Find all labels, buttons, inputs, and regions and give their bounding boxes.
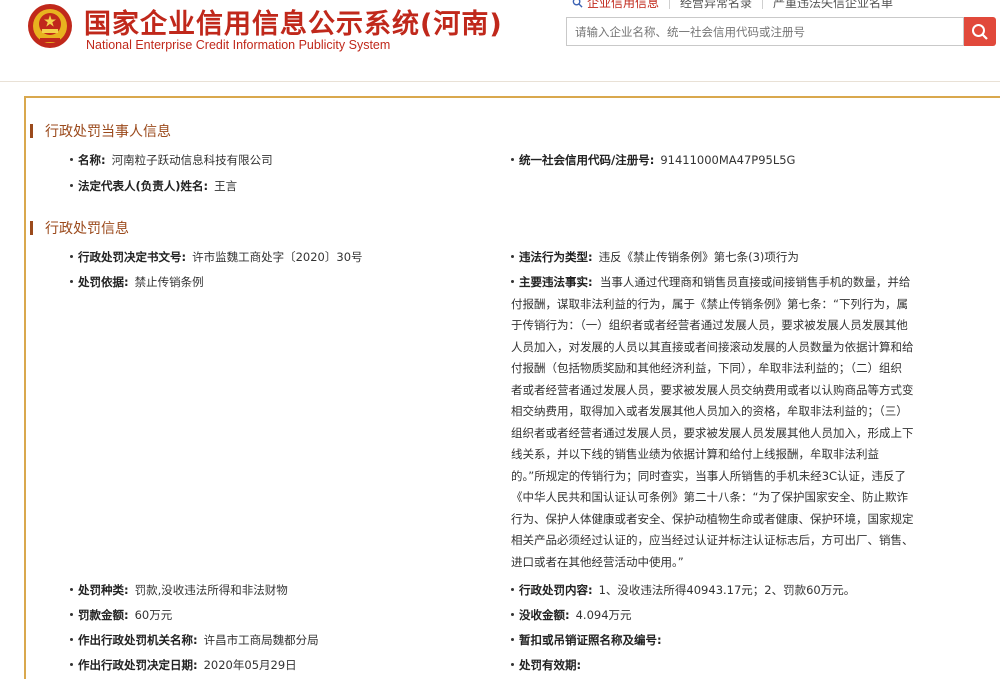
field-label: 统一社会信用代码/注册号: [519,153,655,167]
facts-line: 人员加入，对发展的人员以其直接或者间接滚动发展的人员数量为依据计算和给 [511,339,914,354]
field-violation-type: 违法行为类型: 违反《禁止传销条例》第七条(3)项行为 [511,249,799,265]
field-main-facts: 主要违法事实: 当事人通过代理商和销售员直接或间接销售手机的数量，并给 付报酬，… [511,272,943,573]
field-license-suspension: 暂扣或吊销证照名称及编号: [511,632,662,648]
field-label: 暂扣或吊销证照名称及编号: [519,633,662,647]
field-value: 91411000MA47P95L5G [660,153,796,167]
field-label: 没收金额: [519,608,570,622]
field-value: 60万元 [134,608,173,622]
field-value: 1、没收违法所得40943.17元；2、罚款60万元。 [598,583,856,597]
field-label: 作出行政处罚机关名称: [78,633,198,647]
field-value: 王言 [214,179,238,193]
facts-line: 者或者经营者通过发展人员，要求被发展人员交纳费用或者以认购商品等方式变 [511,382,914,397]
facts-line: 组织者或者经营者通过发展人员，要求被发展人员发展其他人员加入，形成上下 [511,425,914,440]
field-value: 许市监魏工商处字〔2020〕30号 [192,250,363,264]
field-authority: 作出行政处罚机关名称: 许昌市工商局魏都分局 [70,632,319,648]
field-value: 2020年05月29日 [203,658,297,672]
field-label: 处罚依据: [78,275,129,289]
facts-line: 行为、保护人体健康或者安全、保护动植物生命或者健康、保护环境，国家规定 [511,511,914,526]
tab-enterprise-credit[interactable]: 企业信用信息 [572,0,671,10]
field-value: 4.094万元 [575,608,632,622]
facts-line: 相交纳费用，取得加入或者发展其他人员加入的资格，牟取非法利益的；（三） [511,404,908,418]
field-value: 禁止传销条例 [134,275,204,289]
section-title: 行政处罚信息 [45,221,129,237]
field-label: 主要违法事实: [519,275,593,289]
national-emblem-icon [28,4,72,48]
field-value: 许昌市工商局魏都分局 [203,633,319,647]
field-label: 处罚种类: [78,583,129,597]
facts-line: 付报酬（包括物质奖励和其他经济利益，下同），牟取非法利益的；（二）组织 [511,361,902,375]
field-label: 行政处罚决定书文号: [78,250,187,264]
field-fine-amount: 罚款金额: 60万元 [70,607,172,623]
section-title: 行政处罚当事人信息 [45,124,171,140]
facts-line: 的。”所规定的传销行为；同时查实，当事人所销售的手机未经3C认证，违反了 [511,468,907,483]
section-penalty-info-heading: 行政处罚信息 [30,218,129,238]
site-title-cn: 国家企业信用信息公示系统(河南) [84,9,503,40]
facts-line: 主要违法事实: 当事人通过代理商和销售员直接或间接销售手机的数量，并给 [511,272,943,294]
field-label: 罚款金额: [78,608,129,622]
field-value: 当事人通过代理商和销售员直接或间接销售手机的数量，并给 [599,275,911,289]
field-decision-date: 作出行政处罚决定日期: 2020年05月29日 [70,657,297,673]
field-label: 名称: [78,153,106,167]
field-value: 罚款,没收违法所得和非法财物 [134,583,288,597]
field-value: 河南粒子跃动信息科技有限公司 [111,153,273,167]
site-title-en: National Enterprise Credit Information P… [86,38,391,52]
search-input[interactable] [566,17,964,46]
tab-label: 企业信用信息 [587,0,660,10]
field-credit-code: 统一社会信用代码/注册号: 91411000MA47P95L5G [511,152,795,168]
facts-line: 进口或者在其他经营活动中使用。” [511,554,684,569]
field-value: 违反《禁止传销条例》第七条(3)项行为 [598,250,799,264]
field-legal-rep: 法定代表人(负责人)姓名: 王言 [70,178,237,194]
field-label: 作出行政处罚决定日期: [78,658,198,672]
facts-line: 付报酬，谋取非法利益的行为，属于《禁止传销条例》第七条：“下列行为，属 [511,296,908,311]
field-name: 名称: 河南粒子跃动信息科技有限公司 [70,152,273,168]
field-label: 违法行为类型: [519,250,593,264]
site-header: 国家企业信用信息公示系统(河南) National Enterprise Cre… [0,0,1000,82]
search-type-tabs: 企业信用信息 经营异常名录 严重违法失信企业名单 [572,0,903,10]
field-validity-period: 处罚有效期: [511,657,581,673]
tab-label: 严重违法失信企业名单 [773,0,894,10]
section-party-info-heading: 行政处罚当事人信息 [30,121,171,141]
tab-label: 经营异常名录 [680,0,753,10]
field-confiscation-amount: 没收金额: 4.094万元 [511,607,632,623]
facts-line: 线关系，并以下线的销售业绩为依据计算和给付上线报酬，牟取非法利益 [511,447,879,461]
tab-serious-violation-list[interactable]: 严重违法失信企业名单 [763,0,903,10]
field-penalty-type: 处罚种类: 罚款,没收违法所得和非法财物 [70,582,288,598]
field-label: 行政处罚内容: [519,583,593,597]
field-penalty-content: 行政处罚内容: 1、没收违法所得40943.17元；2、罚款60万元。 [511,582,855,598]
field-decision-number: 行政处罚决定书文号: 许市监魏工商处字〔2020〕30号 [70,249,363,265]
facts-line: 《中华人民共和国认证认可条例》第二十八条：“为了保护国家安全、防止欺诈 [511,490,908,504]
search-icon [972,23,988,40]
search-button[interactable] [964,17,996,46]
field-label: 处罚有效期: [519,658,582,672]
facts-line: 相关产品必须经过认证的，应当经过认证并标注认证标志后，方可出厂、销售、 [511,533,914,547]
tab-abnormal-list[interactable]: 经营异常名录 [670,0,764,10]
field-penalty-basis: 处罚依据: 禁止传销条例 [70,274,204,290]
section-marker [30,124,33,138]
magnifier-icon [572,0,583,8]
facts-line: 于传销行为：（一）组织者或者经营者通过发展人员，要求被发展人员发展其他 [511,318,908,332]
field-label: 法定代表人(负责人)姓名: [78,179,209,193]
section-marker [30,221,33,235]
